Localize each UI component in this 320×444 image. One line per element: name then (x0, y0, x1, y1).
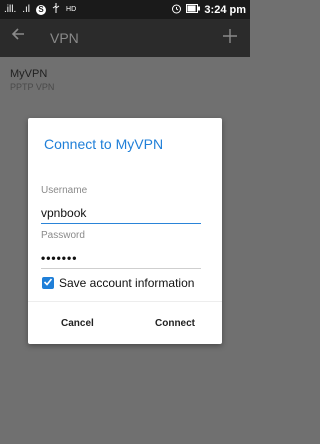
usb-icon (52, 3, 60, 16)
password-label: Password (41, 230, 85, 241)
cancel-button[interactable]: Cancel (61, 318, 94, 329)
connect-button[interactable]: Connect (155, 318, 195, 329)
signal-icon: .ill. (4, 4, 17, 15)
username-label: Username (41, 185, 88, 196)
save-account-label: Save account information (59, 276, 195, 290)
vpn-type: PPTP VPN (10, 82, 55, 92)
page-title: VPN (50, 30, 79, 46)
alarm-icon (171, 3, 182, 17)
skype-icon: S (36, 4, 47, 15)
clock: 3:24 pm (204, 4, 246, 16)
connect-dialog: Connect to MyVPN Username vpnbook Passwo… (28, 118, 222, 344)
battery-icon (186, 4, 201, 16)
username-field[interactable]: vpnbook (41, 206, 201, 224)
status-right: 3:24 pm (171, 3, 246, 17)
vpn-list-item[interactable]: MyVPN PPTP VPN (10, 68, 54, 92)
status-left: .ill. .ıl S HD (4, 3, 76, 16)
add-vpn-icon[interactable] (222, 23, 238, 51)
save-account-row[interactable]: Save account information (42, 276, 194, 290)
save-account-checkbox[interactable] (42, 277, 54, 289)
dialog-divider (28, 301, 222, 302)
dialog-title: Connect to MyVPN (44, 136, 164, 152)
network-icon: .ıl (22, 4, 31, 15)
vpn-name: MyVPN (10, 68, 48, 80)
back-arrow-icon[interactable] (10, 26, 26, 47)
app-toolbar: VPN (0, 19, 250, 57)
hd-label: HD (66, 6, 77, 13)
password-field[interactable]: ••••••• (41, 251, 201, 269)
status-bar: .ill. .ıl S HD 3:24 pm (0, 0, 250, 19)
